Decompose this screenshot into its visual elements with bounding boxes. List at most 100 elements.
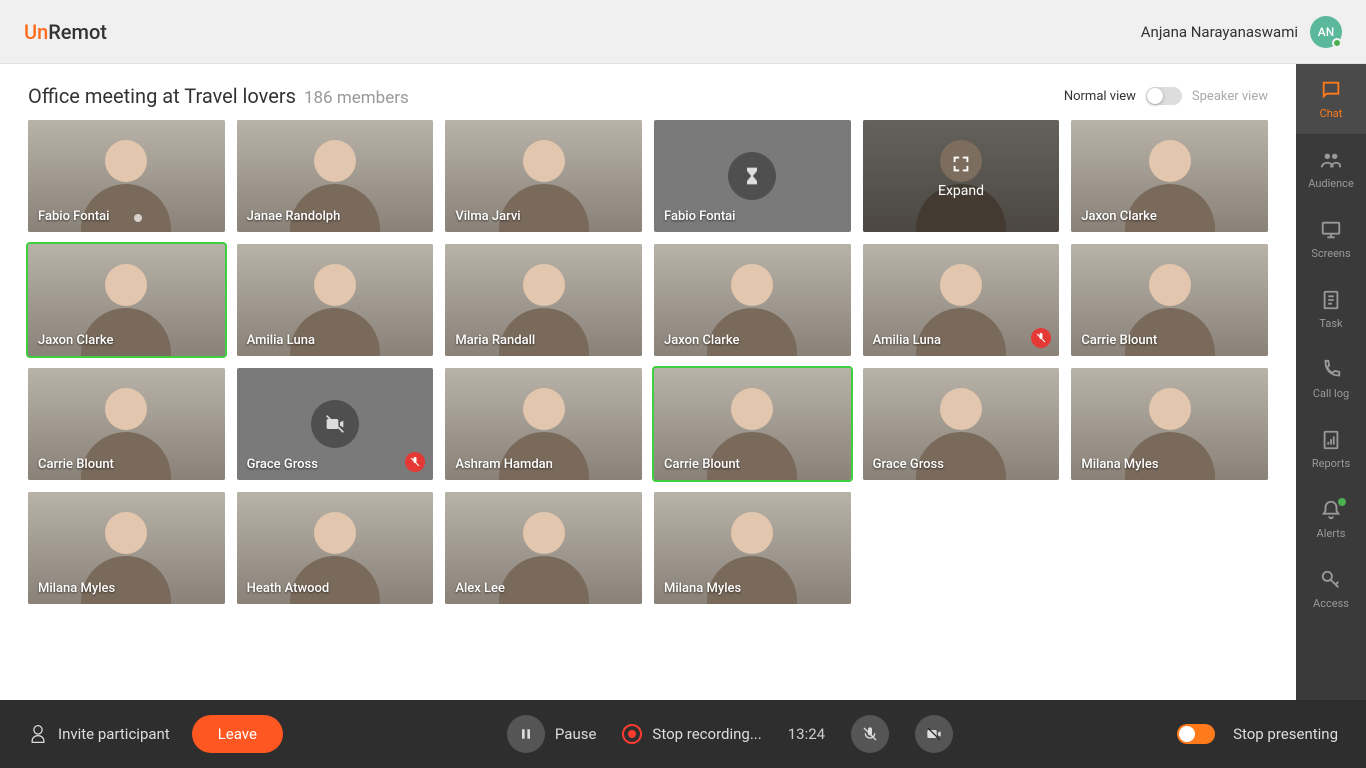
reports-icon: [1320, 429, 1342, 451]
sidebar-label: Audience: [1308, 177, 1354, 190]
participant-name: Maria Randall: [455, 333, 535, 348]
bottom-right: Stop presenting: [1177, 724, 1338, 744]
participant-name: Milana Myles: [38, 581, 115, 596]
access-icon: [1320, 569, 1342, 591]
mute-mic-button[interactable]: [851, 715, 889, 753]
brand-logo[interactable]: UnRemot: [24, 20, 107, 44]
participant-name: Vilma Jarvi: [455, 209, 520, 224]
brand-remot: Remot: [48, 20, 107, 44]
expand-overlay[interactable]: Expand: [863, 120, 1060, 232]
sidebar-item-reports[interactable]: Reports: [1296, 414, 1366, 484]
participant-tile[interactable]: Carrie Blount: [28, 368, 225, 480]
speaker-view-label[interactable]: Speaker view: [1192, 89, 1268, 104]
mic-off-icon: [862, 726, 878, 742]
meeting-title-area: Office meeting at Travel lovers 186 memb…: [28, 84, 409, 108]
invite-icon: [28, 724, 48, 744]
participant-name: Ashram Hamdan: [455, 457, 553, 472]
sidebar-item-screens[interactable]: Screens: [1296, 204, 1366, 274]
status-dot-icon: [134, 214, 142, 222]
expand-label: Expand: [938, 183, 984, 199]
participant-tile[interactable]: Ashram Hamdan: [445, 368, 642, 480]
participant-tile[interactable]: Jaxon Clarke: [28, 244, 225, 356]
notification-badge-icon: [1338, 498, 1346, 506]
camera-off-button[interactable]: [915, 715, 953, 753]
participant-name: Jaxon Clarke: [38, 333, 113, 348]
record-icon: [622, 724, 642, 744]
participant-name: Alex Lee: [455, 581, 505, 596]
view-toggle-switch[interactable]: [1146, 87, 1182, 105]
pause-icon: [518, 726, 534, 742]
audience-icon: [1320, 149, 1342, 171]
participant-tile[interactable]: Fabio Fontai: [28, 120, 225, 232]
pause-button[interactable]: [507, 715, 545, 753]
participant-tile[interactable]: Vilma Jarvi: [445, 120, 642, 232]
sidebar-label: Access: [1313, 597, 1349, 610]
participant-tile[interactable]: Amilia Luna: [863, 244, 1060, 356]
sidebar-label: Chat: [1320, 107, 1343, 120]
participant-name: Janae Randolph: [247, 209, 341, 224]
participant-name: Fabio Fontai: [664, 209, 735, 224]
user-area: Anjana Narayanaswami AN: [1141, 16, 1342, 48]
sidebar-label: Reports: [1312, 457, 1350, 470]
content-area: Office meeting at Travel lovers 186 memb…: [0, 64, 1296, 700]
sidebar-item-access[interactable]: Access: [1296, 554, 1366, 624]
app-header: UnRemot Anjana Narayanaswami AN: [0, 0, 1366, 64]
recording-timer: 13:24: [788, 725, 825, 743]
presence-dot-icon: [1332, 38, 1342, 48]
task-icon: [1320, 289, 1342, 311]
participant-tile[interactable]: Fabio Fontai: [654, 120, 851, 232]
participant-tile[interactable]: Milana Myles: [1071, 368, 1268, 480]
participant-tile[interactable]: Janae Randolph: [237, 120, 434, 232]
participant-tile[interactable]: Expand: [863, 120, 1060, 232]
bottom-bar: Invite participant Leave Pause Stop reco…: [0, 700, 1366, 768]
screens-icon: [1320, 219, 1342, 241]
participant-name: Jaxon Clarke: [1081, 209, 1156, 224]
participant-name: Carrie Blount: [1081, 333, 1157, 348]
participant-tile[interactable]: Alex Lee: [445, 492, 642, 604]
participant-tile[interactable]: Milana Myles: [28, 492, 225, 604]
participant-tile[interactable]: Heath Atwood: [237, 492, 434, 604]
sidebar-item-audience[interactable]: Audience: [1296, 134, 1366, 204]
participant-tile[interactable]: Carrie Blount: [654, 368, 851, 480]
participant-name: Milana Myles: [1081, 457, 1158, 472]
meeting-members: 186 members: [304, 88, 409, 108]
sidebar-item-chat[interactable]: Chat: [1296, 64, 1366, 134]
brand-un: Un: [24, 20, 48, 44]
stop-presenting-toggle[interactable]: [1177, 724, 1215, 744]
participant-tile[interactable]: Jaxon Clarke: [654, 244, 851, 356]
participant-tile[interactable]: Maria Randall: [445, 244, 642, 356]
sidebar-item-alerts[interactable]: Alerts: [1296, 484, 1366, 554]
bottom-center: Pause Stop recording... 13:24: [305, 715, 1155, 753]
main-area: Office meeting at Travel lovers 186 memb…: [0, 64, 1366, 700]
stop-recording-label: Stop recording...: [652, 725, 761, 743]
participant-name: Grace Gross: [247, 457, 318, 472]
stop-recording-group[interactable]: Stop recording...: [622, 724, 761, 744]
sidebar-item-calllog[interactable]: Call log: [1296, 344, 1366, 414]
toggle-knob-icon: [1147, 88, 1163, 104]
participant-tile[interactable]: Carrie Blount: [1071, 244, 1268, 356]
participant-tile[interactable]: Amilia Luna: [237, 244, 434, 356]
sidebar-label: Task: [1319, 317, 1342, 330]
meeting-header: Office meeting at Travel lovers 186 memb…: [0, 64, 1296, 120]
pause-group: Pause: [507, 715, 597, 753]
leave-button[interactable]: Leave: [192, 715, 283, 753]
sidebar-label: Screens: [1311, 247, 1350, 260]
participant-tile[interactable]: Grace Gross: [863, 368, 1060, 480]
user-avatar[interactable]: AN: [1310, 16, 1342, 48]
right-sidebar: Chat Audience Screens Task Call log Reports Al…: [1296, 64, 1366, 700]
calllog-icon: [1320, 359, 1342, 381]
invite-participant-button[interactable]: Invite participant: [28, 724, 170, 744]
meeting-title: Office meeting at Travel lovers: [28, 84, 296, 108]
participant-tile[interactable]: Grace Gross: [237, 368, 434, 480]
invite-label: Invite participant: [58, 725, 170, 743]
bottom-left: Invite participant Leave: [28, 715, 283, 753]
participant-name: Carrie Blount: [664, 457, 740, 472]
camera-off-icon: [926, 726, 942, 742]
participant-tile[interactable]: Milana Myles: [654, 492, 851, 604]
participant-tile[interactable]: Jaxon Clarke: [1071, 120, 1268, 232]
loading-icon: [728, 152, 776, 200]
normal-view-label[interactable]: Normal view: [1064, 89, 1136, 104]
sidebar-item-task[interactable]: Task: [1296, 274, 1366, 344]
participant-name: Fabio Fontai: [38, 209, 109, 224]
participant-grid: Fabio Fontai Janae Randolph Vilma Jarvi Fab…: [0, 120, 1296, 700]
